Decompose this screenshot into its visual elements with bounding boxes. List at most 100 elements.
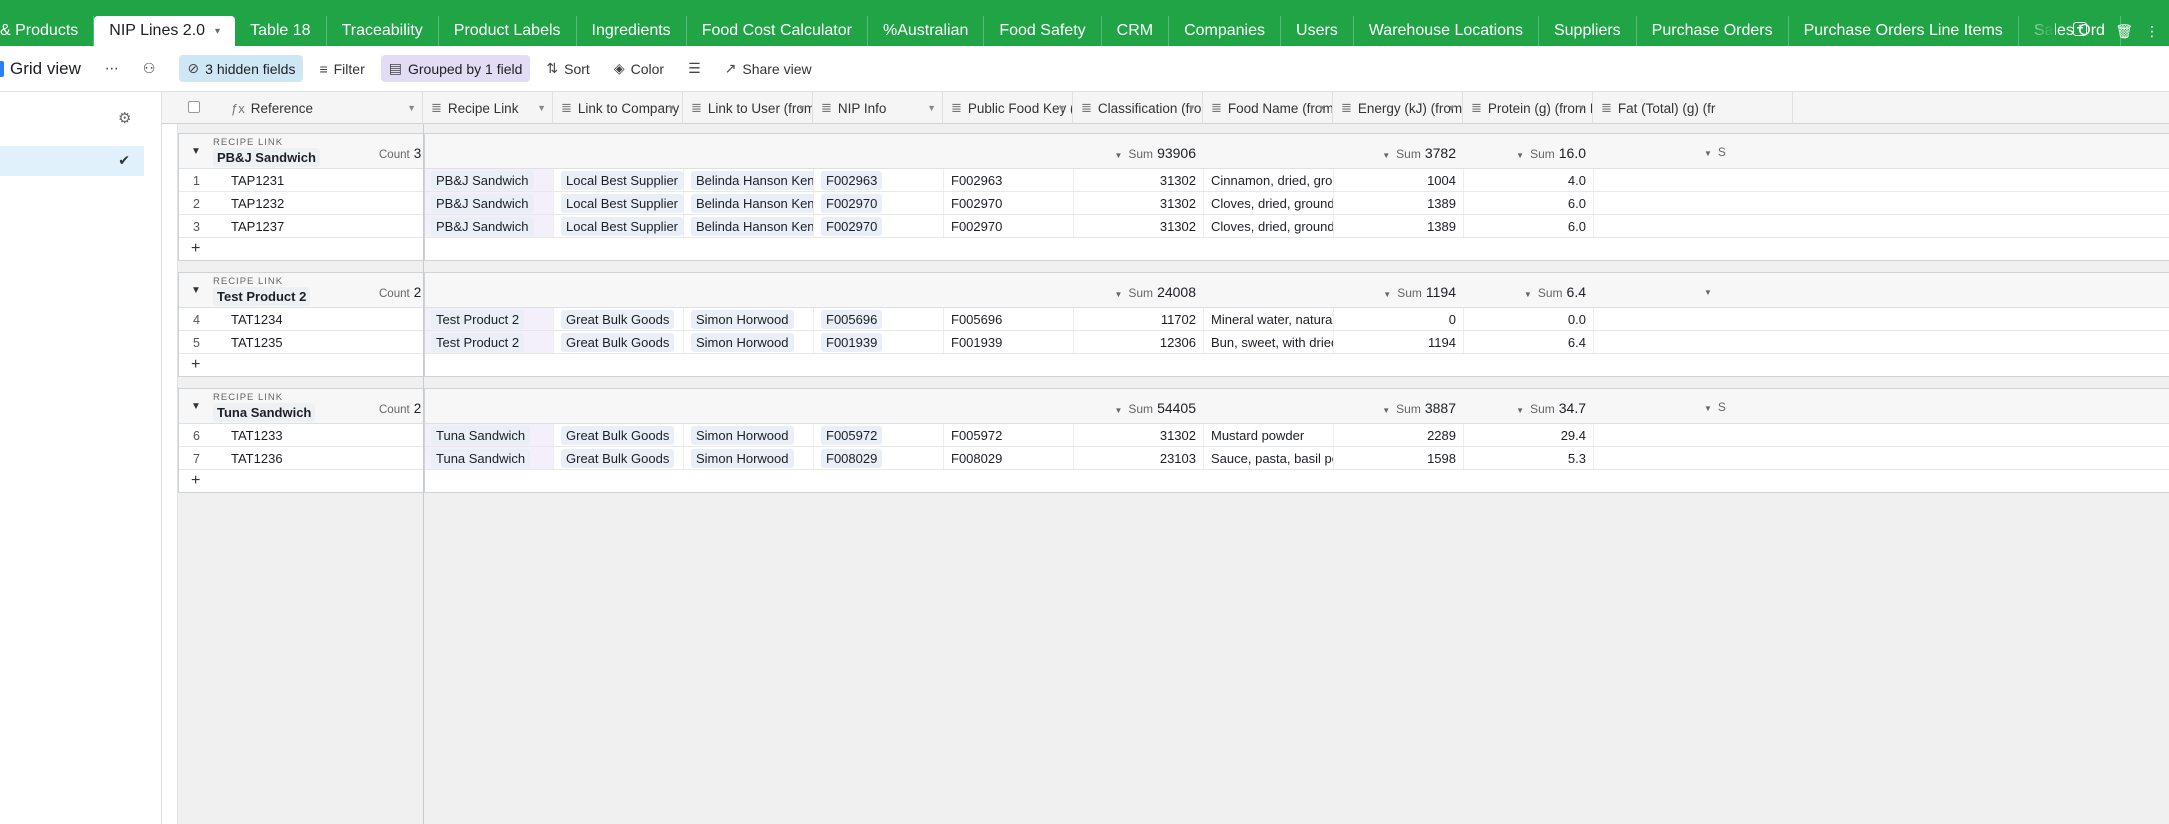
chevron-down-icon[interactable]: ▼	[797, 103, 806, 113]
cell-protein[interactable]: 4.0	[1464, 169, 1594, 191]
tab-companies[interactable]: Companies	[1169, 16, 1282, 46]
chevron-down-icon[interactable]: ▾	[215, 26, 220, 37]
group-sum[interactable]: ▼ Sum 34.7	[1516, 400, 1586, 416]
cell-user[interactable]: Simon Horwood	[684, 447, 814, 469]
column-header[interactable]: ƒx Reference ▼	[223, 92, 423, 124]
column-header[interactable]: ≣Link to Company (fr...▼	[553, 92, 683, 124]
add-row-button[interactable]: +	[179, 238, 2169, 261]
table-row[interactable]: 1 TAP1231 PB&J Sandwich Local Best Supplier…	[179, 169, 2169, 192]
sort-button[interactable]: ⇅ Sort	[538, 55, 597, 82]
chevron-down-icon[interactable]: ▼	[537, 103, 546, 113]
cell-ref[interactable]: TAT1235	[224, 331, 424, 353]
cell-classification[interactable]: 23103	[1074, 447, 1204, 469]
cell-food[interactable]: Cloves, dried, ground	[1204, 192, 1334, 214]
chevron-down-icon[interactable]: ▼	[1187, 103, 1196, 113]
collapse-triangle-icon[interactable]: ▼	[191, 401, 201, 412]
cell-energy[interactable]: 1194	[1334, 331, 1464, 353]
column-header[interactable]: ≣Energy (kJ) (from N...▼	[1333, 92, 1463, 124]
group-sum[interactable]: ▼ Sum 24008	[1114, 284, 1196, 300]
cell-protein[interactable]: 6.4	[1464, 331, 1594, 353]
cell-ref[interactable]: TAP1231	[224, 169, 424, 191]
row-height-button[interactable]: ☰	[680, 55, 709, 82]
tab-ingredients[interactable]: Ingredients	[577, 16, 687, 46]
cell-energy[interactable]: 1389	[1334, 192, 1464, 214]
cell-ref[interactable]: TAT1236	[224, 447, 424, 469]
cell-protein[interactable]: 29.4	[1464, 424, 1594, 446]
cell-recipe[interactable]: PB&J Sandwich	[424, 192, 554, 214]
cell-user[interactable]: Simon Horwood	[684, 331, 814, 353]
cell-user[interactable]: Belinda Hanson Kenny	[684, 215, 814, 237]
column-header[interactable]: ≣Link to User (from ...▼	[683, 92, 813, 124]
cell-company[interactable]: Great Bulk Goods	[554, 447, 684, 469]
color-button[interactable]: ◈ Color	[606, 55, 672, 82]
chevron-down-icon[interactable]: ▼	[927, 103, 936, 113]
cell-nip[interactable]: F001939	[814, 331, 944, 353]
group-sum[interactable]: ▼ Sum 54405	[1114, 400, 1196, 416]
cell-food[interactable]: Cinnamon, dried, ground	[1204, 169, 1334, 191]
cell-pfk[interactable]: F001939	[944, 331, 1074, 353]
tab-crm[interactable]: CRM	[1102, 16, 1170, 46]
trash-icon[interactable]: 🗑	[2115, 23, 2133, 40]
cell-classification[interactable]: 31302	[1074, 192, 1204, 214]
group-sum-partial[interactable]: ▼ S	[1704, 145, 1726, 159]
cell-energy[interactable]: 0	[1334, 308, 1464, 330]
add-row-button[interactable]: +	[179, 354, 2169, 377]
more-icon[interactable]: ⋮	[2145, 23, 2159, 40]
cell-company[interactable]: Great Bulk Goods	[554, 308, 684, 330]
tab-food-cost-calculator[interactable]: Food Cost Calculator	[687, 16, 868, 46]
collapse-triangle-icon[interactable]: ▼	[191, 146, 201, 157]
cell-classification[interactable]: 11702	[1074, 308, 1204, 330]
tab-traceability[interactable]: Traceability	[327, 16, 439, 46]
cell-pfk[interactable]: F002963	[944, 169, 1074, 191]
cell-nip[interactable]: F002970	[814, 192, 944, 214]
chevron-down-icon[interactable]: ▼	[1057, 103, 1066, 113]
view-switcher[interactable]: Grid view	[0, 54, 89, 84]
add-table-icon[interactable]: +	[2073, 22, 2087, 36]
cell-ref[interactable]: TAT1233	[224, 424, 424, 446]
cell-classification[interactable]: 31302	[1074, 169, 1204, 191]
cell-food[interactable]: Sauce, pasta, basil pesto,...	[1204, 447, 1334, 469]
cell-nip[interactable]: F005696	[814, 308, 944, 330]
cell-pfk[interactable]: F005696	[944, 308, 1074, 330]
group-button[interactable]: ▤ Grouped by 1 field	[380, 55, 531, 82]
cell-food[interactable]: Bun, sweet, with dried fru...	[1204, 331, 1334, 353]
chevron-down-icon[interactable]: ▼	[1317, 103, 1326, 113]
group-sum[interactable]: ▼ Sum 1194	[1383, 284, 1456, 300]
chevron-down-icon[interactable]: ▼	[1447, 103, 1456, 113]
cell-recipe[interactable]: Tuna Sandwich	[424, 447, 554, 469]
tab-purchase-orders-line-items[interactable]: Purchase Orders Line Items	[1789, 16, 2019, 46]
share-view-button[interactable]: ↗ Share view	[717, 55, 820, 82]
cell-classification[interactable]: 31302	[1074, 215, 1204, 237]
cell-nip[interactable]: F005972	[814, 424, 944, 446]
cell-pfk[interactable]: F002970	[944, 192, 1074, 214]
table-row[interactable]: 5 TAT1235 Test Product 2 Great Bulk Goods Si…	[179, 331, 2169, 354]
chevron-down-icon[interactable]: ▼	[1577, 103, 1586, 113]
tab-australian[interactable]: %Australian	[868, 16, 985, 46]
table-row[interactable]: 4 TAT1234 Test Product 2 Great Bulk Goods Si…	[179, 308, 2169, 331]
group-sum[interactable]: ▼ Sum 3887	[1382, 400, 1456, 416]
group-sum[interactable]: ▼ Sum 16.0	[1516, 145, 1586, 161]
cell-recipe[interactable]: PB&J Sandwich	[424, 169, 554, 191]
gear-icon[interactable]: ⚙	[118, 109, 131, 127]
tab-users[interactable]: Users	[1281, 16, 1354, 46]
cell-classification[interactable]: 12306	[1074, 331, 1204, 353]
tab-nip-lines-2-0[interactable]: NIP Lines 2.0 ▾	[94, 16, 236, 46]
cell-protein[interactable]: 5.3	[1464, 447, 1594, 469]
group-sum-partial[interactable]: ▼	[1704, 284, 1718, 298]
tab-warehouse-locations[interactable]: Warehouse Locations	[1354, 16, 1539, 46]
cell-food[interactable]: Mineral water, natural, un...	[1204, 308, 1334, 330]
cell-protein[interactable]: 6.0	[1464, 192, 1594, 214]
table-row[interactable]: 6 TAT1233 Tuna Sandwich Great Bulk Goods Sim…	[179, 424, 2169, 447]
chevron-down-icon[interactable]: ▼	[407, 103, 416, 113]
cell-ref[interactable]: TAP1237	[224, 215, 424, 237]
cell-energy[interactable]: 1389	[1334, 215, 1464, 237]
cell-user[interactable]: Belinda Hanson Kenny	[684, 169, 814, 191]
cell-company[interactable]: Great Bulk Goods	[554, 331, 684, 353]
cell-pfk[interactable]: F005972	[944, 424, 1074, 446]
cell-company[interactable]: Local Best Supplier	[554, 192, 684, 214]
tab-suppliers[interactable]: Suppliers	[1539, 16, 1637, 46]
filter-button[interactable]: ≡ Filter	[311, 56, 372, 82]
cell-ref[interactable]: TAP1232	[224, 192, 424, 214]
cell-recipe[interactable]: PB&J Sandwich	[424, 215, 554, 237]
column-header[interactable]: ≣Protein (g) (from NI...▼	[1463, 92, 1593, 124]
